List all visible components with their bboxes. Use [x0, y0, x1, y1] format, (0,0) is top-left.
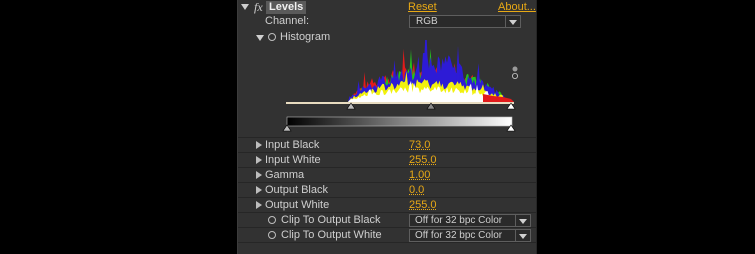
param-value[interactable]: 0.0 — [409, 184, 424, 196]
param-label: Input Black — [265, 139, 320, 151]
histogram-mode-alt-icon[interactable] — [511, 73, 518, 80]
expand-triangle-icon[interactable] — [256, 201, 262, 209]
param-label: Input White — [265, 154, 321, 166]
expand-triangle-icon[interactable] — [256, 171, 262, 179]
chevron-down-icon — [515, 215, 530, 226]
param-row-gamma: Gamma 1.00 — [238, 168, 536, 183]
clip-label: Clip To Output White — [281, 229, 382, 241]
histogram-mode-icon[interactable] — [512, 66, 518, 72]
clip-dropdown-value: Off for 32 bpc Color — [415, 215, 503, 226]
clip-dropdown[interactable]: Off for 32 bpc Color — [409, 214, 531, 227]
chevron-down-icon — [515, 230, 530, 241]
expand-triangle-icon[interactable] — [256, 141, 262, 149]
param-label: Gamma — [265, 169, 305, 181]
clip-dropdown-value: Off for 32 bpc Color — [415, 230, 503, 241]
effect-name[interactable]: Levels — [266, 1, 307, 14]
clip-dropdown[interactable]: Off for 32 bpc Color — [409, 229, 531, 242]
param-row-output-white: Output White 255.0 — [238, 198, 536, 213]
param-row-input-black: Input Black 73.0 — [238, 138, 536, 153]
param-value[interactable]: 255.0 — [409, 199, 437, 211]
channel-label: Channel: — [265, 15, 310, 27]
param-label: Output White — [265, 199, 330, 211]
effect-controls-panel: fx Levels Reset About... Channel: RGB Hi… — [237, 0, 537, 254]
expand-triangle-icon[interactable] — [256, 186, 262, 194]
chevron-down-icon — [505, 16, 520, 27]
reset-link[interactable]: Reset — [408, 1, 437, 13]
param-value[interactable]: 1.00 — [409, 169, 430, 181]
clip-row-clip-to-output-white: Clip To Output White Off for 32 bpc Color — [238, 228, 536, 243]
param-value[interactable]: 255.0 — [409, 154, 437, 166]
param-label: Output Black — [265, 184, 328, 196]
histogram[interactable] — [278, 40, 538, 132]
collapse-effect-icon[interactable] — [241, 4, 249, 10]
param-row-input-white: Input White 255.0 — [238, 153, 536, 168]
output-gradient-bar — [286, 116, 513, 127]
stopwatch-icon[interactable] — [268, 216, 276, 224]
stopwatch-icon — [268, 33, 276, 41]
clip-label: Clip To Output Black — [281, 214, 381, 226]
histogram-baseline — [286, 102, 514, 104]
param-row-output-black: Output Black 0.0 — [238, 183, 536, 198]
histogram-plot — [348, 40, 514, 102]
stopwatch-icon[interactable] — [268, 231, 276, 239]
clip-row-clip-to-output-black: Clip To Output Black Off for 32 bpc Color — [238, 213, 536, 228]
channel-dropdown[interactable]: RGB — [409, 15, 521, 28]
expand-triangle-icon[interactable] — [256, 156, 262, 164]
param-value[interactable]: 73.0 — [409, 139, 430, 151]
channel-value: RGB — [416, 16, 438, 27]
about-link[interactable]: About... — [498, 1, 536, 13]
fx-toggle[interactable]: fx — [254, 0, 263, 15]
histogram-collapse-icon[interactable] — [256, 35, 264, 41]
divider — [238, 242, 536, 243]
